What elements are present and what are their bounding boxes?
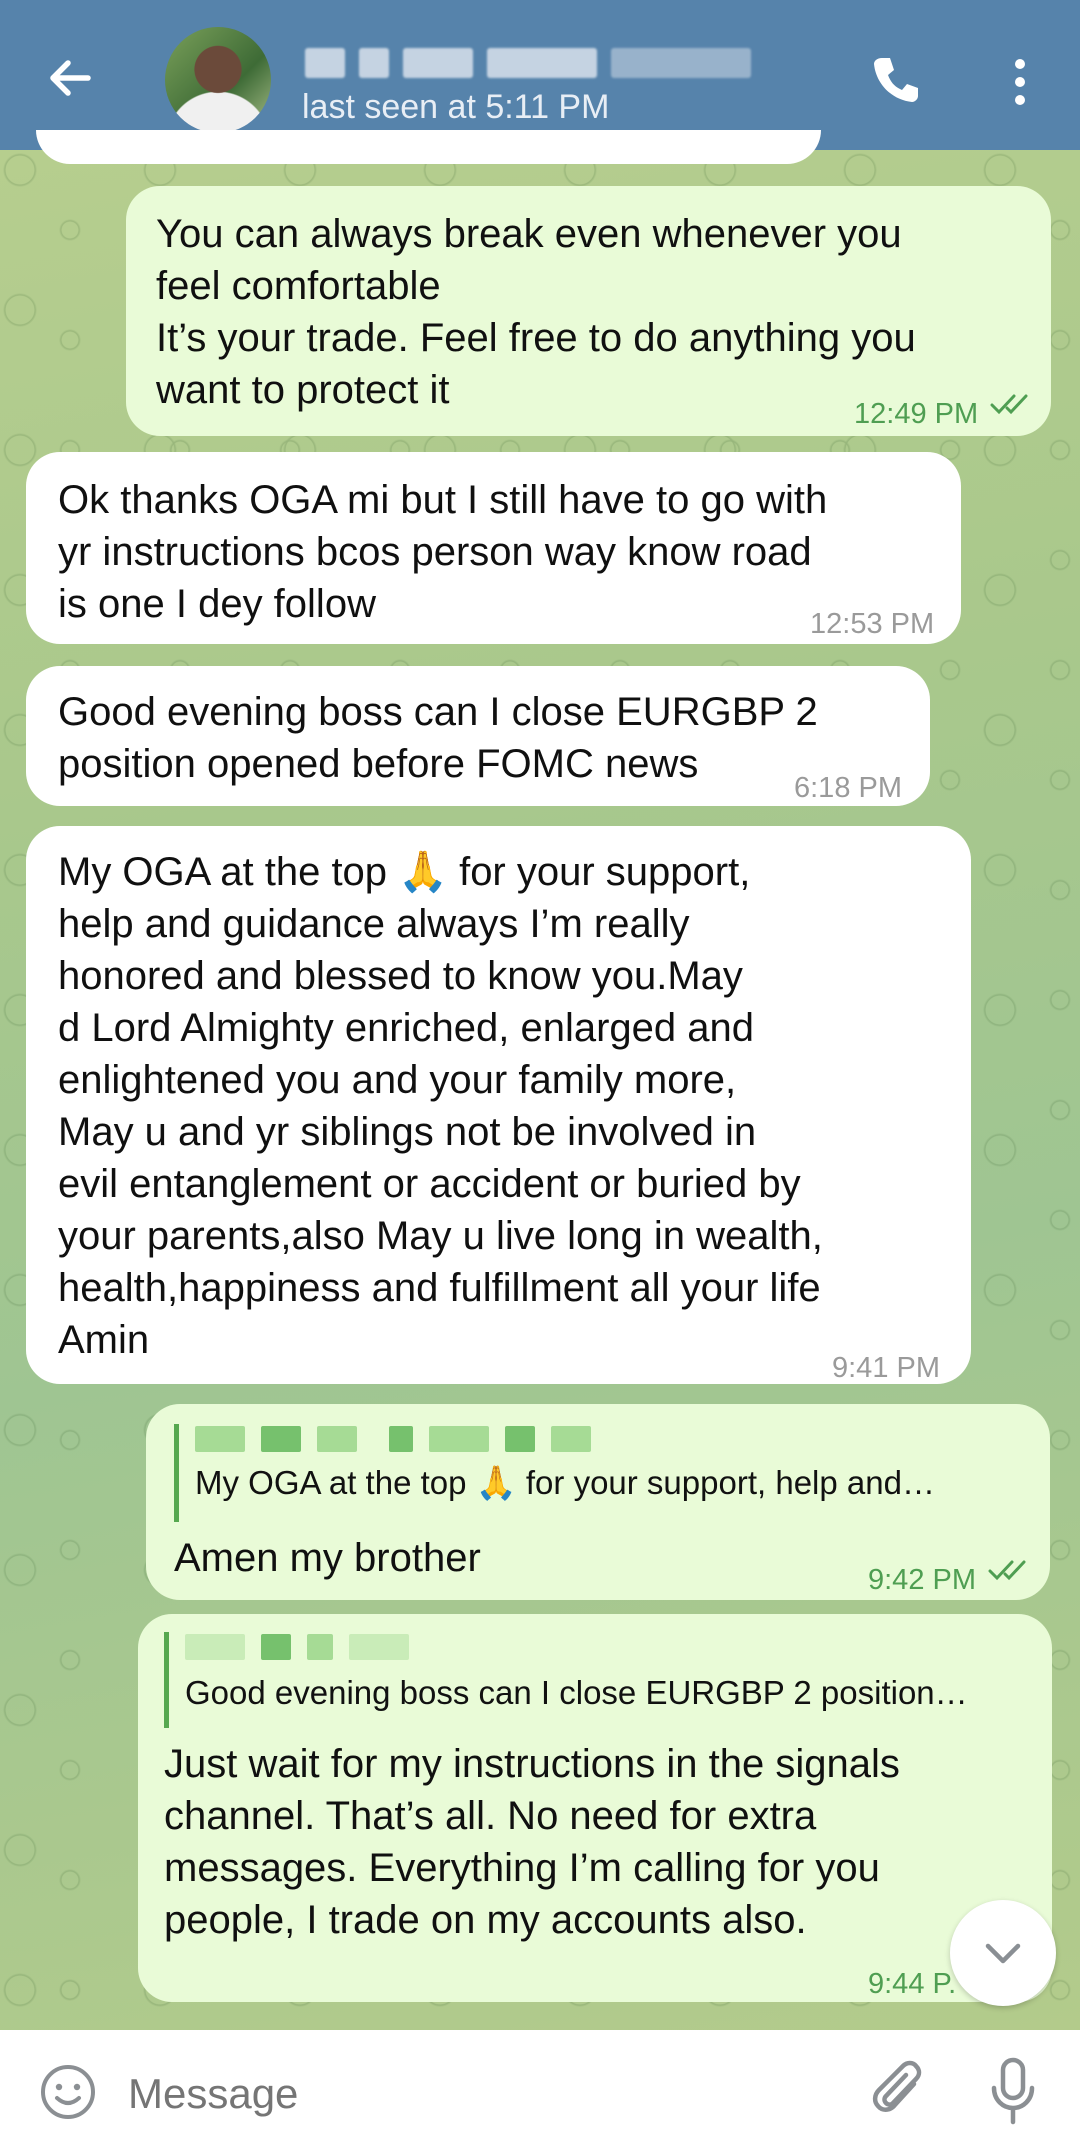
chat-header: last seen at 5:11 PM [0,0,1080,150]
message-bubble-outgoing[interactable]: Good evening boss can I close EURGBP 2 p… [138,1614,1052,2002]
message-time: 12:53 PM [810,608,935,640]
message-time: 9:44 P. [868,1968,957,2000]
message-input[interactable] [128,2070,828,2118]
message-text: Good evening boss can I close EURGBP 2 p… [58,690,818,786]
message-text: Amen my brother [174,1536,481,1580]
emoji-icon[interactable] [38,2062,98,2122]
message-bubble-incoming[interactable]: My OGA at the top 🙏 for your support, he… [26,826,971,1384]
message-text: Ok thanks OGA mi but I still have to go … [58,478,828,626]
message-text: My OGA at the top 🙏 for your support, he… [58,850,823,1362]
message-time: 12:49 PM [854,398,979,430]
double-check-icon [988,1560,1026,1581]
message-bubble-outgoing[interactable]: You can always break even whenever you f… [126,186,1051,436]
scroll-to-bottom-button[interactable] [950,1900,1056,2006]
message-text: You can always break even whenever you f… [156,212,916,412]
back-arrow-icon[interactable] [40,48,100,108]
double-check-icon [990,394,1028,415]
message-time: 6:18 PM [794,772,902,804]
chevron-down-icon [985,1943,1021,1964]
message-time: 9:42 PM [868,1564,976,1596]
previous-message-bubble [36,130,821,164]
reply-author-redacted [185,1632,1045,1662]
message-text: Just wait for my instructions in the sig… [164,1742,900,1942]
reply-text: Good evening boss can I close EURGBP 2 p… [185,1674,968,1711]
more-vertical-icon[interactable] [1000,54,1040,110]
reply-quote[interactable]: My OGA at the top 🙏 for your support, he… [174,1424,1025,1522]
reply-text: My OGA at the top 🙏 for your support, he… [195,1464,935,1501]
reply-quote[interactable]: Good evening boss can I close EURGBP 2 p… [164,1632,1045,1728]
message-bubble-incoming[interactable]: Ok thanks OGA mi but I still have to go … [26,452,961,644]
last-seen-status: last seen at 5:11 PM [302,88,610,126]
contact-avatar[interactable] [165,27,271,133]
message-bubble-incoming[interactable]: Good evening boss can I close EURGBP 2 p… [26,666,930,806]
microphone-icon[interactable] [988,2056,1038,2126]
reply-author-redacted [195,1424,1025,1454]
message-time: 9:41 PM [832,1352,940,1384]
contact-name-redacted[interactable] [305,46,751,80]
paperclip-icon[interactable] [870,2058,930,2124]
message-bubble-outgoing[interactable]: My OGA at the top 🙏 for your support, he… [146,1404,1050,1600]
phone-icon[interactable] [868,52,924,108]
